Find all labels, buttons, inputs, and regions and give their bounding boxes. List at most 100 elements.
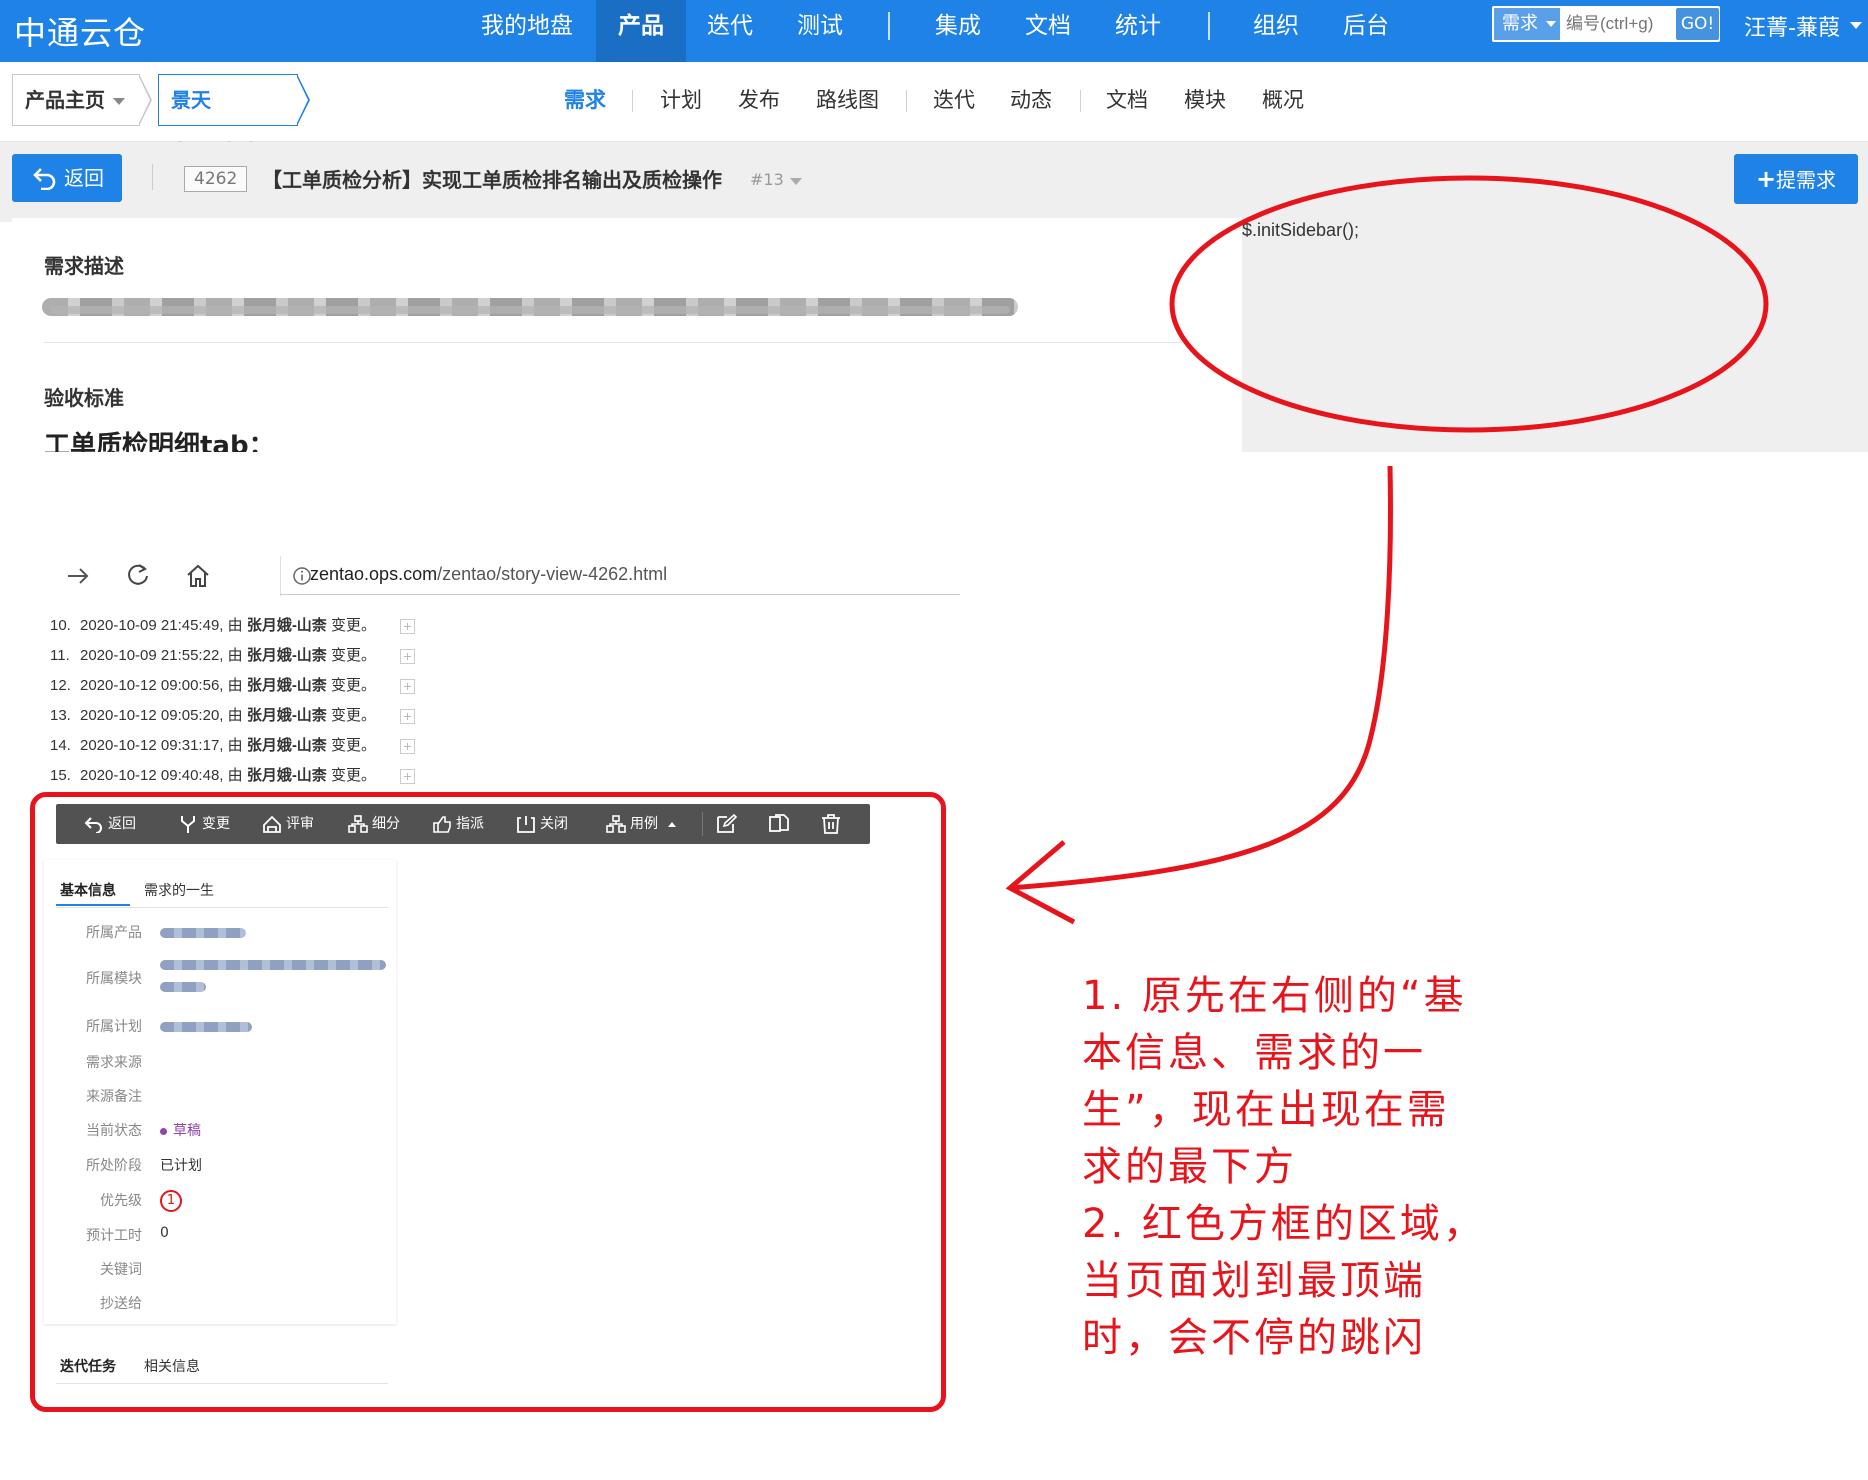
subnav-separator [906,90,907,112]
nav-docs[interactable]: 文档 [1008,0,1088,62]
top-navbar: 中通云仓 我的地盘 产品 迭代 测试 集成 文档 统计 组织 后台 需求 GO!… [0,0,1868,62]
url-host: zentao.ops.com [310,564,438,584]
nav-integration[interactable]: 集成 [918,0,998,62]
expand-icon[interactable] [400,739,415,754]
search-type-select[interactable]: 需求 [1494,8,1560,40]
history-time: 2020-10-12 09:05:20, [80,707,224,724]
nav-iteration[interactable]: 迭代 [690,0,770,62]
content-divider [44,342,1182,343]
chevron-down-icon [1546,21,1556,27]
expand-icon[interactable] [400,649,415,664]
nav-product[interactable]: 产品 [596,0,686,62]
subnav-docs[interactable]: 文档 [1106,84,1148,114]
reload-icon[interactable] [124,562,152,590]
search-go-button[interactable]: GO! [1676,8,1719,40]
expand-icon[interactable] [400,769,415,784]
url-path: /zentao/story-view-4262.html [437,564,668,584]
history-action: 变更。 [330,647,376,664]
history-time: 2020-10-12 09:31:17, [80,737,224,754]
annotation-note: 1. 原先在右侧的“基 本信息、需求的一 生”，现在出现在需 求的最下方 2. … [1082,968,1522,1367]
story-version[interactable]: #13 [750,170,784,189]
history-by: 由 [227,617,243,634]
breadcrumb-product[interactable]: 景天OMP2.0 [158,74,298,162]
annotation-arrow-head [1005,840,1076,925]
browser-address-bar: zentao.ops.com/zentao/story-view-4262.ht… [28,556,960,596]
history-item: 15. 2020-10-12 09:40:48, 由 张月娥-山柰 变更。 [50,764,376,788]
history-time: 2020-10-09 21:55:22, [80,647,224,664]
section-title-acceptance: 验收标准 [44,386,124,410]
history-user: 张月娥-山柰 [246,707,327,724]
history-action: 变更。 [330,677,376,694]
history-num: 10. [50,617,71,634]
annotation-line: 本信息、需求的一 [1082,1030,1426,1076]
nav-separator [888,12,890,40]
history-action: 变更。 [330,617,376,634]
forward-arrow-icon[interactable] [64,562,92,590]
search-type-label: 需求 [1502,13,1538,34]
subnav-dynamic[interactable]: 动态 [1010,84,1052,114]
history-user: 张月娥-山柰 [246,767,327,784]
blurred-description-text [50,306,1010,314]
expand-icon[interactable] [400,709,415,724]
submit-story-label: 提需求 [1776,168,1837,192]
plus-icon: + [1755,165,1777,193]
history-action: 变更。 [330,707,376,724]
breadcrumb-label: 产品主页 [25,88,105,112]
story-content-panel [12,218,1242,452]
annotation-line: 2. 红色方框的区域， [1082,1201,1486,1247]
nav-separator [1208,12,1210,40]
history-num: 13. [50,707,71,724]
subnav-iteration[interactable]: 迭代 [933,84,975,114]
subnav-story[interactable]: 需求 [564,84,606,114]
expand-icon[interactable] [400,679,415,694]
nav-my-dashboard[interactable]: 我的地盘 [472,0,582,62]
nav-admin[interactable]: 后台 [1326,0,1406,62]
back-button[interactable]: 返回 [12,154,122,202]
history-item: 14. 2020-10-12 09:31:17, 由 张月娥-山柰 变更。 [50,734,376,758]
header-divider [152,164,153,190]
screenshot-root: { "topnav": { "logo": "中通云仓", "items": [… [0,0,1868,1480]
subnav-roadmap[interactable]: 路线图 [816,84,879,114]
address-divider [280,556,281,596]
history-time: 2020-10-09 21:45:49, [80,617,224,634]
history-by: 由 [227,677,243,694]
history-by: 由 [227,707,243,724]
history-action: 变更。 [330,767,376,784]
nav-test[interactable]: 测试 [780,0,860,62]
history-item: 13. 2020-10-12 09:05:20, 由 张月娥-山柰 变更。 [50,704,376,728]
user-menu[interactable]: 汪菁-蒹葭 [1744,10,1840,42]
home-icon[interactable] [184,562,212,590]
history-item: 10. 2020-10-09 21:45:49, 由 张月娥-山柰 变更。 [50,614,376,638]
annotation-line: 生”，现在出现在需 [1082,1087,1450,1133]
subnav-module[interactable]: 模块 [1184,84,1226,114]
subnav-plan[interactable]: 计划 [660,84,702,114]
submit-story-button[interactable]: +提需求 [1734,154,1858,204]
breadcrumb-arrow-fill [138,75,150,125]
annotation-line: 求的最下方 [1082,1144,1297,1190]
sidebar-script-text: $.initSidebar(); [1242,220,1360,240]
history-user: 张月娥-山柰 [246,617,327,634]
info-icon[interactable] [292,566,312,586]
back-arrow-icon [33,168,56,190]
breadcrumb-arrow-fill [296,75,308,125]
chevron-down-icon[interactable] [1850,22,1862,29]
annotation-red-box [30,792,946,1412]
sidebar-area [1242,218,1868,452]
subnav-release[interactable]: 发布 [738,84,780,114]
expand-icon[interactable] [400,619,415,634]
search-input[interactable] [1566,10,1676,38]
history-by: 由 [227,767,243,784]
story-title: 【工单质检分析】实现工单质检排名输出及质检操作 [262,168,722,192]
chevron-down-icon[interactable] [790,178,802,185]
subnav-separator [1080,90,1081,112]
nav-org[interactable]: 组织 [1236,0,1316,62]
nav-stats[interactable]: 统计 [1098,0,1178,62]
breadcrumb-product-home[interactable]: 产品主页 [12,74,140,126]
url-field[interactable]: zentao.ops.com/zentao/story-view-4262.ht… [310,564,667,585]
history-by: 由 [227,737,243,754]
history-num: 12. [50,677,71,694]
history-time: 2020-10-12 09:40:48, [80,767,224,784]
annotation-line: 当页面划到最顶端 [1082,1258,1426,1304]
app-logo[interactable]: 中通云仓 [14,8,146,54]
subnav-overview[interactable]: 概况 [1262,84,1304,114]
